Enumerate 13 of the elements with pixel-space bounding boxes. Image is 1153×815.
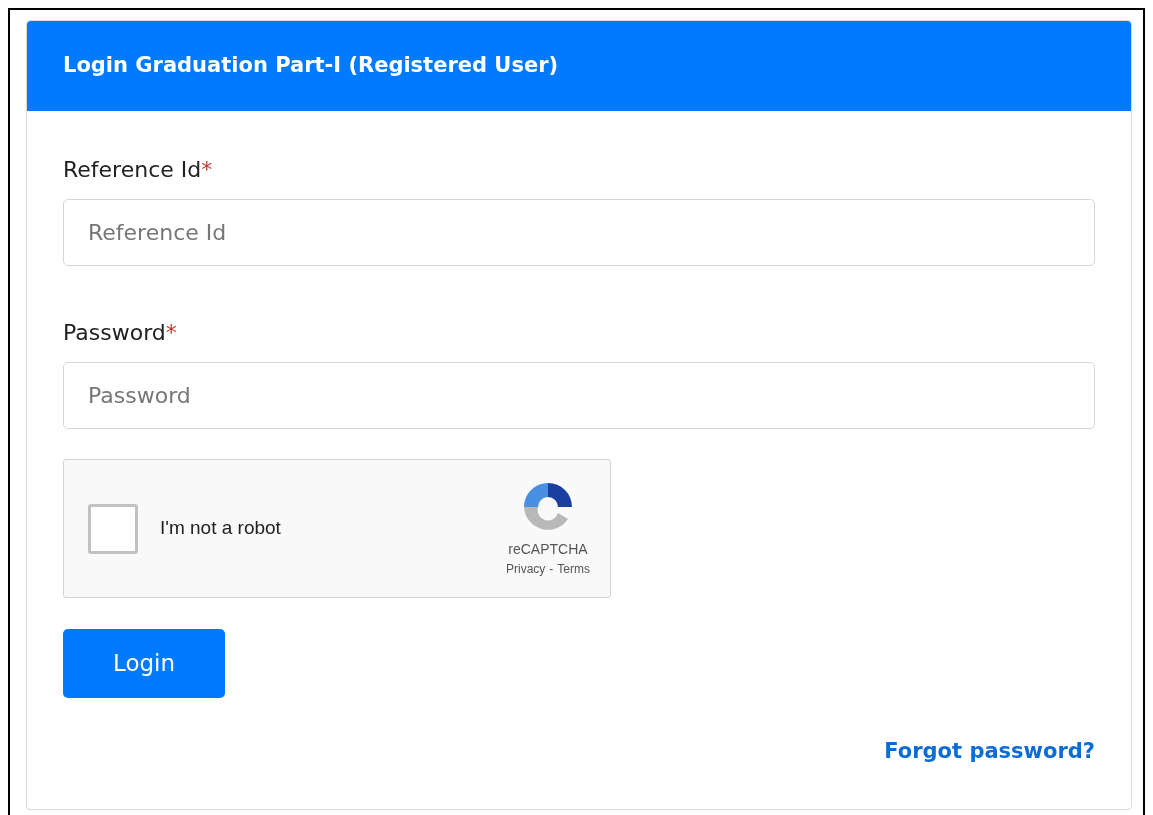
login-button[interactable]: Login: [63, 629, 225, 698]
privacy-link[interactable]: Privacy: [506, 560, 546, 578]
link-separator: -: [549, 561, 554, 578]
captcha-checkbox[interactable]: [88, 503, 138, 554]
forgot-password-link[interactable]: Forgot password?: [884, 736, 1095, 768]
recaptcha-brand: reCAPTCHA: [508, 540, 588, 559]
field-label: Password*: [63, 319, 178, 347]
input-field[interactable]: Reference Id: [63, 199, 1095, 266]
terms-link[interactable]: Terms: [557, 560, 590, 578]
card-title: Login Graduation Part-I (Registered User): [63, 52, 559, 80]
input-field[interactable]: Password: [63, 362, 1095, 429]
field-label: Reference Id*: [63, 156, 214, 184]
captcha-label: I'm not a robot: [160, 516, 281, 541]
